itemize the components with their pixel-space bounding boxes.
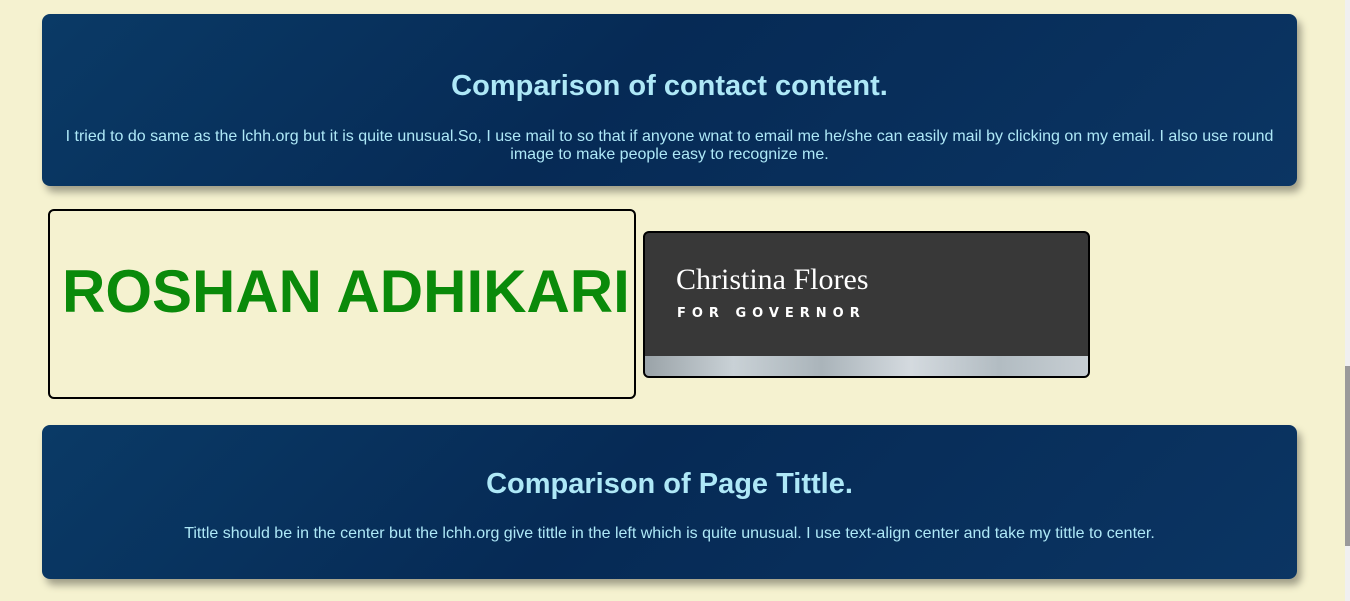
reference-site-header-screenshot: Christina Flores FOR GOVERNOR [643, 231, 1090, 378]
contact-comparison-text: I tried to do same as the lchh.org but i… [65, 128, 1274, 163]
contact-comparison-panel: Comparison of contact content. I tried t… [42, 14, 1297, 186]
my-site-header-screenshot: ROSHAN ADHIKARI [48, 209, 636, 399]
contact-comparison-heading: Comparison of contact content. [451, 70, 888, 102]
site-owner-name: ROSHAN ADHIKARI [62, 258, 630, 325]
vertical-scrollbar[interactable] [1345, 0, 1350, 601]
reference-header-image-strip [645, 356, 1088, 376]
title-comparison-heading: Comparison of Page Tittle. [486, 468, 853, 500]
scrollbar-thumb[interactable] [1345, 366, 1350, 546]
title-comparison-text: Tittle should be in the center but the l… [184, 525, 1155, 542]
reference-logo-name: Christina Flores [676, 263, 869, 296]
reference-logo-tagline: FOR GOVERNOR [677, 306, 866, 321]
page: Comparison of contact content. I tried t… [0, 0, 1350, 601]
title-comparison-panel: Comparison of Page Tittle. Tittle should… [42, 425, 1297, 579]
